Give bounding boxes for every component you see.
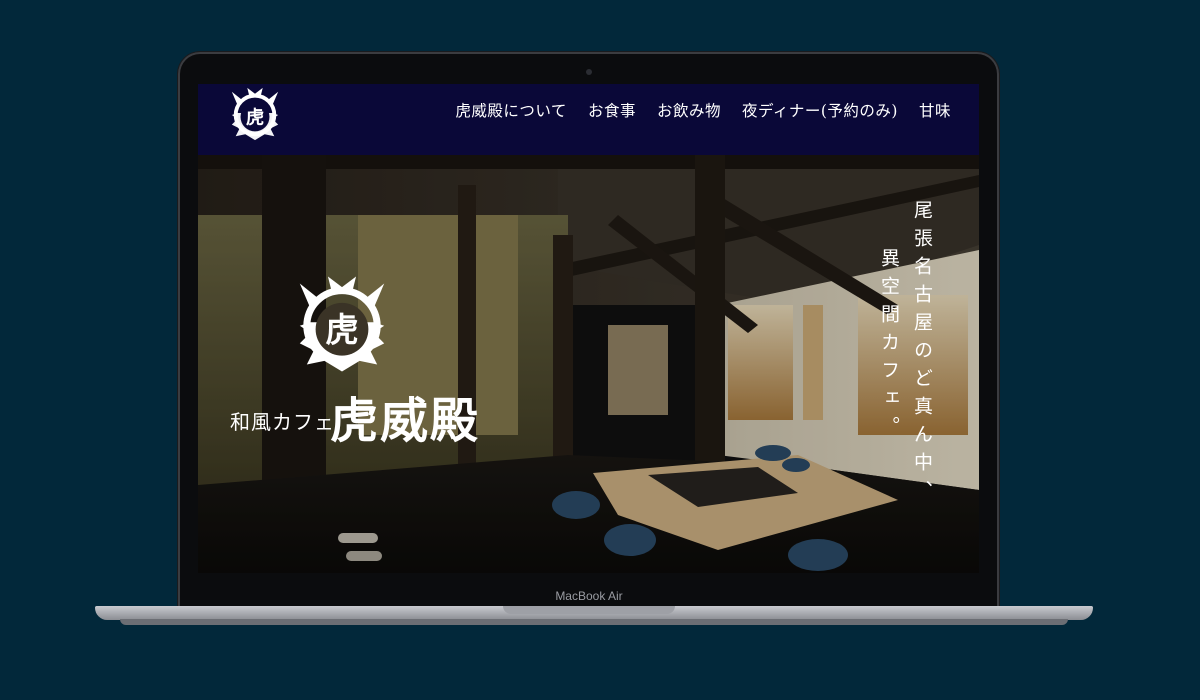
tiger-logo-icon[interactable]: 虎 [226, 86, 284, 142]
hero-tiger-logo-icon: 虎 [299, 276, 385, 372]
main-nav: 虎威殿について お食事 お飲み物 夜ディナー(予約のみ) 甘味 [455, 84, 951, 136]
browser-screen: 虎 虎威殿について お食事 お飲み物 夜ディナー(予約のみ) 甘味 虎 和風カフ… [198, 84, 979, 573]
camera-icon [586, 69, 592, 75]
laptop-base-shadow [120, 619, 1068, 625]
tagline-line-2: 異空間カフェ。 [878, 248, 900, 444]
nav-item-dinner[interactable]: 夜ディナー(予約のみ) [742, 99, 898, 121]
nav-item-food[interactable]: お食事 [588, 99, 636, 121]
site-header: 虎 虎威殿について お食事 お飲み物 夜ディナー(予約のみ) 甘味 [198, 84, 979, 155]
cafe-subtitle: 和風カフェ [230, 410, 335, 434]
nav-item-about[interactable]: 虎威殿について [455, 99, 567, 121]
nav-item-drinks[interactable]: お飲み物 [657, 99, 721, 121]
svg-text:虎: 虎 [246, 107, 264, 129]
hero-section: 虎 和風カフェ 虎威殿 尾張名古屋のど真ん中、 異空間カフェ。 [198, 155, 979, 573]
nav-item-sweets[interactable]: 甘味 [919, 99, 951, 121]
laptop-notch [503, 606, 675, 614]
device-model-label: MacBook Air [555, 589, 623, 603]
cafe-name: 虎威殿 [330, 393, 481, 449]
svg-text:虎: 虎 [325, 311, 358, 350]
tagline-line-1: 尾張名古屋のど真ん中、 [911, 200, 933, 508]
